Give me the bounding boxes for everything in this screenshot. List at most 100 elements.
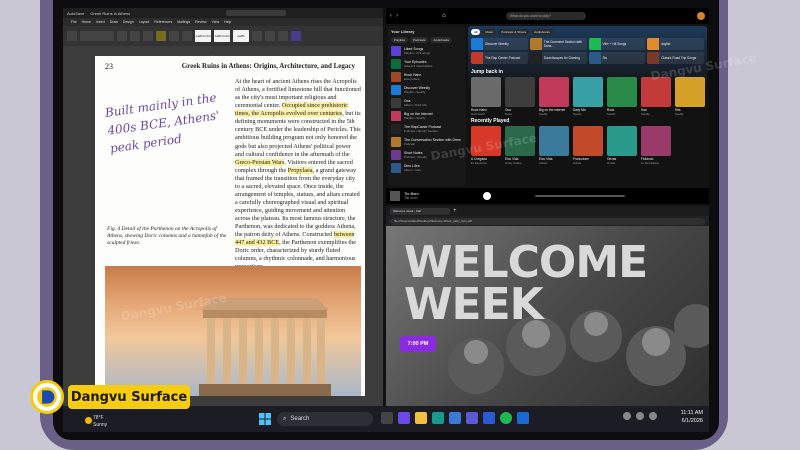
tab-mailings[interactable]: Mailings — [177, 20, 190, 24]
chip-podcasts-shows[interactable]: Podcasts & Shows — [498, 29, 530, 35]
tab-view[interactable]: View — [212, 20, 220, 24]
now-playing-cover[interactable] — [390, 191, 400, 201]
progress-bar[interactable] — [534, 195, 625, 197]
quick-tile[interactable]: The Comment Section with Drew... — [529, 38, 587, 50]
tab-help[interactable]: Help — [224, 20, 231, 24]
chip-podcasts[interactable]: Podcasts — [410, 37, 429, 43]
media-card[interactable]: Rock Spotify — [607, 77, 637, 116]
font-box[interactable] — [80, 31, 114, 41]
flyer-headline: WELCOME WEEK — [404, 241, 648, 327]
library-item[interactable]: Liked Songs Playlist • 274 songs — [391, 46, 463, 56]
media-card[interactable]: Eixo Vida Artista — [539, 126, 569, 165]
library-item[interactable]: Oca Album • Dark Ma — [391, 98, 463, 108]
chip-audiobooks[interactable]: Audiobooks — [430, 37, 453, 43]
media-card[interactable]: Flotando Lo Resultados — [641, 126, 671, 165]
style-heading[interactable]: AaBb — [233, 30, 249, 42]
library-item[interactable]: Big on the Internet Playlist • Spotify — [391, 111, 463, 121]
quick-tile[interactable]: The Rap Center Podcast — [471, 52, 528, 64]
library-item[interactable]: Rock Hahn Everywhere — [391, 72, 463, 82]
spotify-search-input[interactable]: What do you want to play? — [505, 12, 586, 20]
tab-draw[interactable]: Draw — [110, 20, 118, 24]
volume-icon[interactable] — [636, 412, 644, 420]
tab-home[interactable]: Home — [82, 20, 91, 24]
chip-music[interactable]: Music — [482, 29, 497, 35]
file-explorer-icon[interactable] — [415, 412, 427, 424]
media-card[interactable]: Oca Delta — [505, 77, 535, 116]
wifi-icon[interactable] — [623, 412, 631, 420]
new-tab-icon[interactable]: + — [453, 208, 457, 214]
document-page[interactable]: 23 Greek Ruins in Athens: Origins, Archi… — [95, 56, 365, 396]
style-no-spacing[interactable]: AaBbCcDd — [214, 30, 230, 42]
copilot-icon[interactable] — [398, 412, 410, 424]
taskbar-search[interactable]: ⌕ Search — [277, 412, 373, 426]
quick-tile[interactable]: Soundscapes for Gaming — [529, 52, 587, 64]
media-card[interactable]: Daily Mix Spotify — [573, 77, 603, 116]
bold-button[interactable] — [117, 31, 127, 41]
section-title[interactable]: Recently Played — [471, 118, 704, 124]
media-card[interactable]: Big on the Internet Spotify — [539, 77, 569, 116]
address-bar[interactable]: file:///Users/Adam/Desktop/Welcome-Week_… — [390, 217, 705, 225]
library-item[interactable]: Discover Weekly Playlist • Spotify — [391, 85, 463, 95]
library-item[interactable]: The RapCaviar Podcast Podcast • Spotify S… — [391, 124, 463, 134]
body-paragraph[interactable]: At the heart of ancient Athens rises the… — [235, 78, 361, 272]
media-card[interactable]: Francoione Artista — [573, 126, 603, 165]
forward-icon[interactable]: › — [396, 13, 398, 19]
tab-references[interactable]: References — [154, 20, 172, 24]
library-item[interactable]: Your Episodes Saved & downloaded — [391, 59, 463, 69]
library-item[interactable]: The Conversation Section with Drew Podcas… — [391, 137, 463, 147]
library-item[interactable]: Dino Lites Album • Ivan — [391, 163, 463, 173]
highlight-button[interactable] — [156, 31, 166, 41]
tab-design[interactable]: Design — [123, 20, 134, 24]
dictate-button[interactable] — [265, 31, 275, 41]
clock[interactable]: 11:11 AM 6/1/2026 — [681, 410, 703, 425]
play-icon[interactable] — [482, 192, 491, 200]
section-title[interactable]: Jump back in — [471, 69, 704, 75]
paste-button[interactable] — [67, 31, 77, 41]
store-icon[interactable] — [449, 412, 461, 424]
media-card[interactable]: A Chegada Ex Espinosa — [471, 126, 501, 165]
avatar[interactable] — [697, 12, 705, 20]
word-icon[interactable] — [483, 412, 495, 424]
media-card[interactable]: Orixas Ondas — [607, 126, 637, 165]
copilot-button[interactable] — [291, 31, 301, 41]
outlook-icon[interactable] — [517, 412, 529, 424]
library-item[interactable]: Short Notes Podcast • Spotify — [391, 150, 463, 160]
task-view-icon[interactable] — [381, 412, 393, 424]
back-icon[interactable]: ‹ — [390, 13, 392, 19]
tab-file[interactable]: File — [71, 20, 77, 24]
chip-playlists[interactable]: Playlists — [391, 37, 409, 43]
quick-tile[interactable]: Vibe + Hit Songs — [588, 38, 646, 50]
browser-tab[interactable]: Welcome week - Fall — [390, 207, 450, 215]
editor-button[interactable] — [278, 31, 288, 41]
teams-icon[interactable] — [466, 412, 478, 424]
find-button[interactable] — [252, 31, 262, 41]
media-card[interactable]: Hits Spotify — [675, 77, 705, 116]
chip-all[interactable]: All — [471, 29, 481, 35]
quick-tile[interactable]: Sis — [588, 52, 646, 64]
quick-tile[interactable]: Classic Road Trip Songs — [647, 52, 704, 64]
weather-widget[interactable]: 78°F Sunny — [93, 415, 107, 428]
media-card[interactable]: Sad Spotify — [641, 77, 671, 116]
word-search-box[interactable] — [226, 10, 287, 16]
quick-tile[interactable]: daylist — [647, 38, 704, 50]
now-playing-artist[interactable]: Tiki Som — [404, 196, 419, 200]
battery-icon[interactable] — [649, 412, 657, 420]
align-button[interactable] — [182, 31, 192, 41]
chip-audiobooks-main[interactable]: Audiobooks — [531, 29, 553, 35]
spotify-icon[interactable] — [500, 412, 512, 424]
italic-button[interactable] — [130, 31, 140, 41]
underline-button[interactable] — [143, 31, 153, 41]
tab-layout[interactable]: Layout — [139, 20, 150, 24]
style-normal[interactable]: AaBbCcDd — [195, 30, 211, 42]
bullets-button[interactable] — [169, 31, 179, 41]
media-card[interactable]: Eixo Vida Linda Cellaro — [505, 126, 535, 165]
tab-review[interactable]: Review — [195, 20, 206, 24]
media-card[interactable]: Rock Hahn Rock Hahn — [471, 77, 501, 116]
home-icon[interactable]: ⌂ — [442, 13, 446, 19]
tab-insert[interactable]: Insert — [96, 20, 105, 24]
quick-tile[interactable]: Discover Weekly — [471, 38, 528, 50]
windows-start-icon[interactable] — [259, 413, 271, 425]
edge-icon[interactable] — [432, 412, 444, 424]
library-title[interactable]: Your Library — [391, 29, 463, 34]
autosave-label[interactable]: AutoSave — [67, 11, 84, 16]
